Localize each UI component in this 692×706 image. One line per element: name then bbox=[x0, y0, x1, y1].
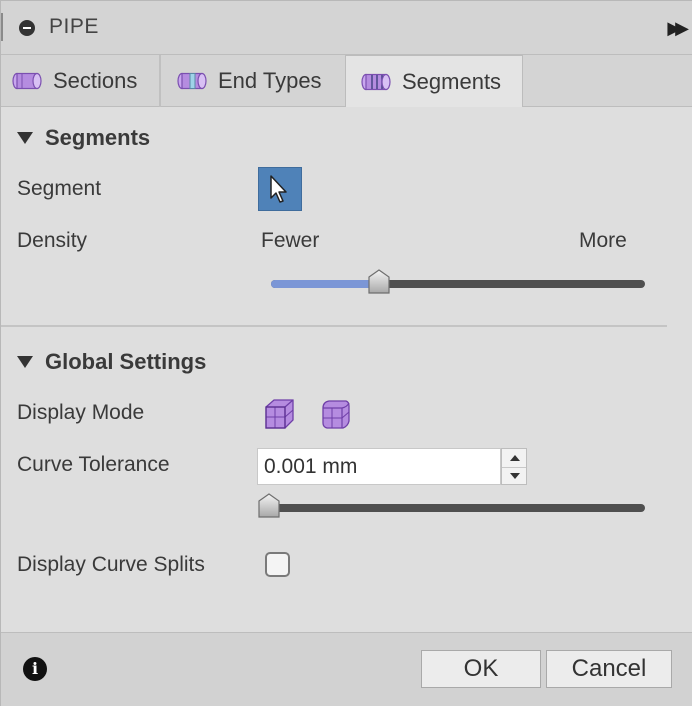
dialog-title: PIPE bbox=[49, 15, 99, 38]
pipe-segments-icon bbox=[361, 73, 391, 91]
tab-sections-label: Sections bbox=[53, 68, 138, 93]
curve-tolerance-label: Curve Tolerance bbox=[17, 453, 170, 476]
cancel-button[interactable]: Cancel bbox=[546, 650, 672, 688]
minimize-icon[interactable] bbox=[19, 20, 35, 36]
global-settings-section-header[interactable]: Global Settings bbox=[17, 349, 206, 375]
global-settings-section-title: Global Settings bbox=[45, 349, 207, 374]
segments-section-title: Segments bbox=[45, 125, 151, 150]
display-curve-splits-checkbox[interactable] bbox=[265, 552, 290, 577]
curve-tolerance-slider[interactable] bbox=[258, 493, 645, 518]
segments-section-header[interactable]: Segments bbox=[17, 125, 150, 151]
info-icon[interactable]: i bbox=[23, 657, 47, 681]
curve-tolerance-input[interactable] bbox=[257, 448, 501, 485]
collapse-triangle-icon bbox=[17, 132, 33, 144]
curve-tolerance-slider-thumb[interactable] bbox=[257, 493, 281, 519]
collapse-panel-icon[interactable]: ▶▶ bbox=[667, 18, 689, 39]
ok-button[interactable]: OK bbox=[421, 650, 541, 688]
density-slider-thumb[interactable] bbox=[367, 269, 391, 295]
solid-cube-icon[interactable] bbox=[262, 397, 296, 431]
display-curve-splits-label: Display Curve Splits bbox=[17, 553, 205, 576]
tab-end-types[interactable]: End Types bbox=[176, 55, 344, 107]
segments-panel: Segments Segment Density Fewer More Glob… bbox=[1, 107, 692, 632]
display-mode-label: Display Mode bbox=[17, 401, 145, 424]
density-min-label: Fewer bbox=[261, 229, 320, 252]
tab-end-types-label: End Types bbox=[218, 68, 322, 93]
tab-bar: Sections End Types Segments bbox=[1, 55, 692, 108]
title-bar[interactable]: PIPE ▶▶ bbox=[1, 1, 692, 55]
segment-select-button[interactable] bbox=[258, 167, 302, 211]
cursor-select-icon bbox=[270, 175, 287, 203]
density-label: Density bbox=[17, 229, 88, 252]
pipe-end-types-icon bbox=[177, 72, 207, 90]
stepper-down-icon[interactable] bbox=[510, 473, 520, 479]
stepper-divider bbox=[502, 467, 526, 468]
pipe-dialog: PIPE ▶▶ Sections End Types Segments Segm… bbox=[0, 0, 692, 706]
tab-sections[interactable]: Sections bbox=[11, 55, 161, 107]
segment-label: Segment bbox=[17, 177, 102, 200]
dialog-footer: i OK Cancel bbox=[1, 632, 692, 706]
section-divider bbox=[1, 325, 667, 327]
title-bar-edge bbox=[1, 13, 3, 41]
density-slider[interactable] bbox=[271, 269, 645, 294]
collapse-triangle-icon bbox=[17, 356, 33, 368]
tab-segments-label: Segments bbox=[402, 69, 502, 94]
density-slider-fill bbox=[271, 280, 379, 288]
rounded-cube-icon[interactable] bbox=[318, 397, 352, 431]
density-max-label: More bbox=[579, 229, 627, 252]
curve-tolerance-stepper[interactable] bbox=[501, 448, 527, 485]
stepper-up-icon[interactable] bbox=[510, 455, 520, 461]
tab-segments[interactable]: Segments bbox=[345, 55, 523, 108]
pipe-section-icon bbox=[12, 72, 42, 90]
